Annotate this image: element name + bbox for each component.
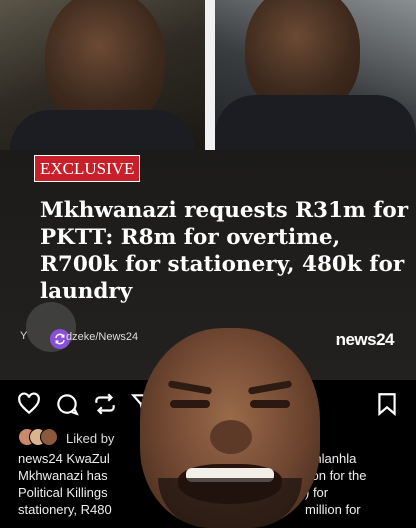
nose [210, 420, 252, 454]
news24-logo: news24 [335, 330, 395, 349]
heart-icon[interactable] [16, 391, 42, 417]
caption-left[interactable]: news24 KwaZul Mkhwanazi has Political Ki… [18, 450, 138, 518]
caption-line: news24 KwaZul [18, 451, 110, 466]
caption-line: Mkhwanazi has [18, 468, 108, 483]
repost-icon[interactable] [92, 391, 118, 417]
post-headline: Mkhwanazi requests R31m for PKTT: R8m fo… [40, 198, 409, 304]
avatar [40, 428, 58, 446]
bookmark-icon[interactable] [374, 391, 400, 417]
left-brow [167, 380, 213, 395]
caption-line: million for [305, 502, 361, 517]
caption-line: ) for [305, 485, 329, 500]
photo-credit: dzeke/News24 [66, 331, 139, 343]
caption-line: Nhlanhla [305, 451, 357, 466]
sync-glyph [55, 333, 65, 345]
caption-line: Political Killings [18, 485, 108, 500]
beard [158, 478, 302, 528]
caption-right[interactable]: Nhlanhla tion for the ) for million for [305, 450, 410, 518]
left-eye [170, 400, 210, 408]
liked-by-label[interactable]: Liked by [66, 431, 114, 446]
reaction-face-overlay [140, 328, 320, 528]
comment-icon[interactable] [54, 391, 80, 417]
caption-line: tion for the [305, 468, 367, 483]
photo-credit-prefix: Y [20, 330, 28, 342]
right-eye [250, 400, 290, 408]
right-brow [247, 380, 293, 395]
exclusive-badge: EXCLUSIVE [34, 155, 141, 182]
caption-line: stationery, R480 [18, 502, 112, 517]
